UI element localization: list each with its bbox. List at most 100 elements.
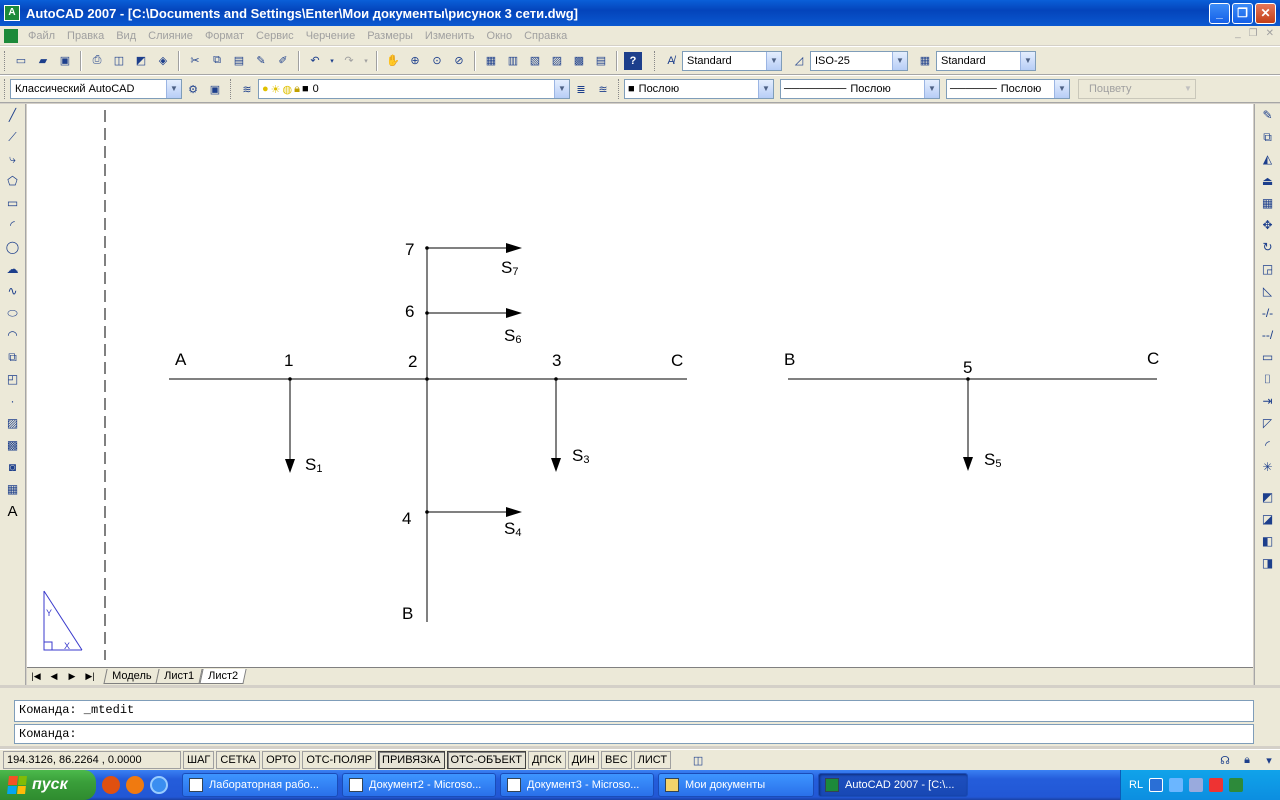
ducs-toggle[interactable]: ДПСК (527, 751, 566, 769)
redo-icon[interactable]: ↷ (340, 52, 358, 70)
dyn-toggle[interactable]: ДИН (567, 751, 600, 769)
toolbar-grip[interactable] (230, 79, 233, 99)
sheet-set-icon[interactable]: ▨ (548, 52, 566, 70)
dim-style-icon[interactable]: ◿ (790, 52, 808, 70)
region-icon[interactable]: ◙ (3, 457, 23, 477)
lineweight-select[interactable]: ────── Послою ▼ (946, 79, 1070, 99)
cut-icon[interactable]: ✂ (186, 52, 204, 70)
first-tab-icon[interactable]: |◀ (27, 669, 45, 684)
restore-button[interactable]: ❐ (1232, 3, 1253, 24)
doc-minimize-icon[interactable]: _ (1235, 28, 1241, 39)
polar-tracking-toggle[interactable]: ОТС-ПОЛЯР (302, 751, 377, 769)
menu-format[interactable]: Формат (199, 30, 250, 42)
bring-above-icon[interactable]: ◧ (1258, 531, 1278, 551)
polyline-icon[interactable]: ⤷ (3, 149, 23, 169)
save-icon[interactable]: ▣ (56, 52, 74, 70)
gradient-icon[interactable]: ▩ (3, 435, 23, 455)
zoom-previous-icon[interactable]: ⊘ (450, 52, 468, 70)
menu-help[interactable]: Справка (518, 30, 573, 42)
rotate-icon[interactable]: ↻ (1258, 237, 1278, 257)
close-button[interactable]: ✕ (1255, 3, 1276, 24)
make-current-layer-icon[interactable]: ≣ (572, 80, 590, 98)
fillet-icon[interactable]: ◜ (1258, 435, 1278, 455)
status-menu-icon[interactable]: ▾ (1260, 751, 1278, 769)
chevron-down-icon[interactable]: ▼ (1020, 51, 1035, 70)
tab-sheet1[interactable]: Лист1 (155, 669, 204, 684)
hatch-icon[interactable]: ▨ (3, 413, 23, 433)
task-autocad[interactable]: AutoCAD 2007 - [C:\... (818, 773, 968, 797)
ellipse-arc-icon[interactable]: ◠ (3, 325, 23, 345)
mirror-icon[interactable]: ◭ (1258, 149, 1278, 169)
chevron-down-icon[interactable]: ▼ (924, 80, 939, 98)
layer-select[interactable]: ● ☀ ◍ 🔒︎ ■ 0 ▼ (258, 79, 570, 99)
text-style-select[interactable]: Standard ▼ (682, 50, 782, 71)
firefox-icon[interactable] (126, 776, 144, 794)
layer-previous-icon[interactable]: ≊ (594, 80, 612, 98)
linetype-select[interactable]: ──────── Послою ▼ (780, 79, 940, 99)
grid-toggle[interactable]: СЕТКА (216, 751, 261, 769)
chevron-down-icon[interactable]: ▼ (766, 51, 781, 70)
tool-palettes-icon[interactable]: ▧ (526, 52, 544, 70)
menu-draw[interactable]: Черчение (300, 30, 362, 42)
tray-arrow-icon[interactable] (1149, 778, 1164, 792)
task-my-documents[interactable]: Мои документы (658, 773, 814, 797)
draw-order-front-icon[interactable]: ◩ (1258, 487, 1278, 507)
menu-modify[interactable]: Изменить (419, 30, 481, 42)
opera-icon[interactable] (102, 776, 120, 794)
design-center-icon[interactable]: ▥ (504, 52, 522, 70)
3d-dwf-icon[interactable]: ◈ (154, 52, 172, 70)
task-document3[interactable]: Документ3 - Microso... (500, 773, 654, 797)
trim-icon[interactable]: -/- (1258, 303, 1278, 323)
plot-preview-icon[interactable]: ◫ (110, 52, 128, 70)
snap-toggle[interactable]: ШАГ (183, 751, 215, 769)
explode-icon[interactable]: ✳ (1258, 457, 1278, 477)
lock-toolbars-icon[interactable]: 🔒︎ (1238, 751, 1256, 769)
autocad-app-icon[interactable]: A (4, 5, 20, 21)
text-style-icon[interactable]: A̸ (662, 52, 680, 70)
start-button[interactable]: пуск (0, 770, 96, 800)
document-icon[interactable] (4, 28, 18, 43)
table-icon[interactable]: ▦ (3, 479, 23, 499)
tab-sheet2[interactable]: Лист2 (198, 669, 247, 684)
markup-icon[interactable]: ▩ (570, 52, 588, 70)
offset-icon[interactable]: ⏏ (1258, 171, 1278, 191)
ortho-toggle[interactable]: ОРТО (262, 751, 301, 769)
table-style-select[interactable]: Standard ▼ (936, 50, 1036, 71)
chevron-down-icon[interactable]: ▼ (554, 80, 569, 98)
osnap-toggle[interactable]: ПРИВЯЗКА (378, 751, 445, 769)
zoom-realtime-icon[interactable]: ⊕ (406, 52, 424, 70)
chevron-down-icon[interactable]: ▼ (166, 80, 181, 98)
undo-dropdown-icon[interactable]: ▾ (328, 52, 336, 70)
line-tool-icon[interactable]: ╱ (3, 105, 23, 125)
menu-tools[interactable]: Сервис (250, 30, 300, 42)
chevron-down-icon[interactable]: ▼ (892, 51, 907, 70)
menu-edit[interactable]: Правка (61, 30, 110, 42)
color-select[interactable]: ■ Послою ▼ (624, 79, 774, 99)
doc-close-icon[interactable]: ✕ (1266, 28, 1274, 39)
zoom-window-icon[interactable]: ⊙ (428, 52, 446, 70)
menu-dimension[interactable]: Размеры (361, 30, 419, 42)
copy-object-icon[interactable]: ⧉ (1258, 127, 1278, 147)
next-tab-icon[interactable]: ▶ (63, 669, 81, 684)
dim-style-select[interactable]: ISO-25 ▼ (810, 50, 908, 71)
undo-icon[interactable]: ↶ (306, 52, 324, 70)
chevron-down-icon[interactable]: ▼ (1054, 80, 1069, 98)
erase-icon[interactable]: ✎ (1258, 105, 1278, 125)
drawing-canvas[interactable]: Y X A 1 2 3 C 7 6 4 B S1 S3 S4 S6 S7 B 5… (27, 104, 1253, 667)
toolbar-grip[interactable] (654, 50, 657, 71)
layer-manager-icon[interactable]: ≋ (238, 80, 256, 98)
pan-icon[interactable]: ✋ (384, 52, 402, 70)
join-icon[interactable]: ⇥ (1258, 391, 1278, 411)
draw-order-back-icon[interactable]: ◪ (1258, 509, 1278, 529)
revision-cloud-icon[interactable]: ☁ (3, 259, 23, 279)
array-icon[interactable]: ▦ (1258, 193, 1278, 213)
toolbar-grip[interactable] (4, 50, 7, 71)
maximize-viewport-icon[interactable]: ◫ (689, 751, 707, 769)
menu-file[interactable]: Файл (22, 30, 61, 42)
antivirus-icon[interactable] (1209, 778, 1224, 792)
stretch-icon[interactable]: ◺ (1258, 281, 1278, 301)
match-properties-icon[interactable]: ✎ (252, 52, 270, 70)
point-icon[interactable]: · (3, 391, 23, 411)
workspace-settings-icon[interactable]: ⚙ (184, 80, 202, 98)
make-block-icon[interactable]: ◰ (3, 369, 23, 389)
